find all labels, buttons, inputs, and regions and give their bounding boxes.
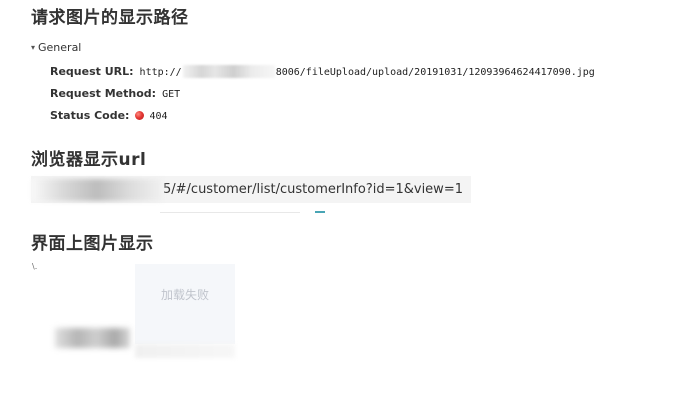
request-url-value: http:// 8006/fileUpload/upload/20191031/1…: [139, 65, 595, 78]
browser-url-text: 5/#/customer/list/customerInfo?id=1&view…: [163, 182, 463, 197]
redacted-strip-blur: [135, 344, 235, 358]
general-section-toggle[interactable]: ▾ General: [31, 41, 81, 54]
request-path-heading: 请求图片的显示路径: [31, 8, 189, 28]
status-code-row: Status Code: 404: [50, 108, 168, 124]
request-url-row: Request URL: http:// 8006/fileUpload/uploa…: [50, 64, 595, 80]
status-error-icon: [135, 111, 145, 120]
request-url-key: Request URL:: [50, 65, 134, 78]
browser-url-bar[interactable]: 5/#/customer/list/customerInfo?id=1&view…: [31, 176, 471, 203]
request-method-value: GET: [162, 89, 181, 100]
image-load-failed-placeholder: 加载失败: [135, 264, 235, 344]
url-underline-divider: [160, 212, 300, 213]
request-method-row: Request Method: GET: [50, 86, 180, 102]
status-code-key: Status Code:: [50, 109, 130, 122]
redacted-host-blur: [182, 65, 275, 78]
redacted-label-blur: [55, 328, 130, 348]
triangle-down-icon: ▾: [31, 43, 36, 52]
request-url-suffix: 8006/fileUpload/upload/20191031/12093964…: [275, 67, 595, 78]
browser-url-heading: 浏览器显示url: [31, 150, 147, 170]
status-code-value: 404: [149, 111, 168, 122]
redacted-url-blur: [31, 178, 163, 201]
request-method-key: Request Method:: [50, 87, 157, 100]
url-underline-accent: [315, 211, 325, 213]
tiny-glyph: \.: [32, 262, 38, 271]
load-failed-text: 加载失败: [160, 288, 209, 302]
request-url-prefix: http://: [139, 67, 182, 78]
ui-image-heading: 界面上图片显示: [31, 234, 154, 254]
general-label: General: [38, 41, 82, 54]
